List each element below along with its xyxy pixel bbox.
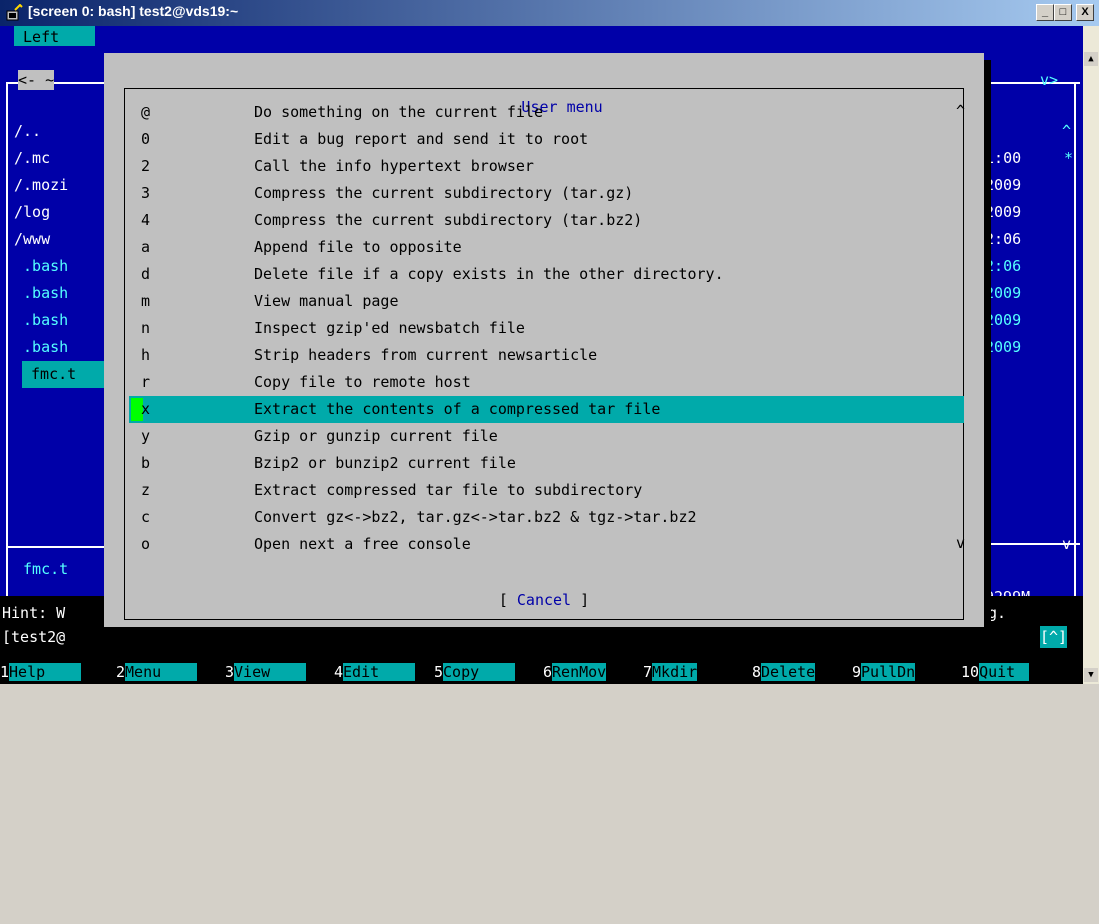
menu-item[interactable]: a Append file to opposite <box>129 234 964 261</box>
menu-item-selected[interactable]: x Extract the contents of a compressed ta… <box>129 396 964 423</box>
hint-line: Hint: W <box>2 604 66 622</box>
right-panel-star: * <box>1064 149 1074 167</box>
panel-entry[interactable]: .bash <box>14 307 68 334</box>
user-menu-dialog[interactable]: User menu ^ v @ Do something on the curre… <box>104 53 984 627</box>
menu-item[interactable]: n Inspect gzip'ed newsbatch file <box>129 315 964 342</box>
menu-item[interactable]: y Gzip or gunzip current file <box>129 423 964 450</box>
panel-entry-selected[interactable]: fmc.t <box>22 361 112 388</box>
shell-prompt[interactable]: [test2@ <box>2 624 65 651</box>
minimize-button[interactable]: _ <box>1036 4 1054 21</box>
scroll-down-icon[interactable]: ▼ <box>1084 668 1098 682</box>
panel-entry[interactable]: /.mc <box>14 145 50 172</box>
f8-delete-key[interactable]: 8Delete <box>752 660 816 684</box>
f4-edit-key[interactable]: 4Edit <box>334 660 416 684</box>
right-panel-up: ^ <box>1062 122 1072 140</box>
right-panel-nav[interactable]: v> <box>1040 70 1058 90</box>
left-panel-nav[interactable]: <- ~ <box>18 70 55 90</box>
panel-entry[interactable]: /www <box>14 226 50 253</box>
menu-item[interactable]: 2 Call the info hypertext browser <box>129 153 964 180</box>
close-button[interactable]: X <box>1076 4 1094 21</box>
menu-item[interactable]: o Open next a free console <box>129 531 964 558</box>
terminal-top <box>0 26 1083 46</box>
panel-entry[interactable]: /log <box>14 199 50 226</box>
f6-renmov-key[interactable]: 6RenMov <box>543 660 607 684</box>
menu-item[interactable]: m View manual page <box>129 288 964 315</box>
f9-pulldn-key[interactable]: 9PullDn <box>852 660 916 684</box>
menu-item[interactable]: c Convert gz<->bz2, tar.gz<->tar.bz2 & tg… <box>129 504 964 531</box>
panel-entry[interactable]: .bash <box>14 253 68 280</box>
scroll-up-icon[interactable]: ▲ <box>1084 52 1098 66</box>
f2-menu-key[interactable]: 2Menu <box>116 660 198 684</box>
maximize-button[interactable]: □ <box>1054 4 1072 21</box>
menu-item[interactable]: @ Do something on the current file <box>129 99 964 126</box>
menu-item[interactable]: z Extract compressed tar file to subdirec… <box>129 477 964 504</box>
f3-view-key[interactable]: 3View <box>225 660 307 684</box>
cancel-button[interactable]: [ Cancel ] <box>104 587 984 614</box>
putty-icon <box>6 4 23 21</box>
panel-entry[interactable]: .bash <box>14 334 68 361</box>
mini-status: fmc.t <box>14 560 69 578</box>
right-panel-border <box>1074 82 1076 602</box>
menu-item[interactable]: 0 Edit a bug report and send it to root <box>129 126 964 153</box>
terminal-scrollbar[interactable]: ▲ ▼ <box>1083 26 1099 684</box>
panel-entry[interactable]: .bash <box>14 280 68 307</box>
f7-mkdir-key[interactable]: 7Mkdir <box>643 660 698 684</box>
right-panel-top-border <box>990 82 1080 84</box>
panel-entry[interactable]: /.. <box>14 118 41 145</box>
menu-item[interactable]: r Copy file to remote host <box>129 369 964 396</box>
f1-help-key[interactable]: 1Help <box>0 660 82 684</box>
left-panel-border <box>6 82 8 652</box>
window-title: [screen 0: bash] test2@vds19:~ <box>28 3 239 19</box>
function-key-bar: 1Help 2Menu 3View 4Edit 5Copy 6RenMov 7M… <box>0 660 1083 684</box>
f10-quit-key[interactable]: 10Quit <box>961 660 1030 684</box>
menu-item[interactable]: 3 Compress the current subdirectory (tar.… <box>129 180 964 207</box>
left-menu-tab[interactable]: Left <box>14 26 95 48</box>
menu-item[interactable]: d Delete file if a copy exists in the oth… <box>129 261 964 288</box>
panel-entry[interactable]: /.mozi <box>14 172 68 199</box>
f5-copy-key[interactable]: 5Copy <box>434 660 516 684</box>
menu-item[interactable]: b Bzip2 or bunzip2 current file <box>129 450 964 477</box>
menu-item[interactable]: h Strip headers from current newsarticle <box>129 342 964 369</box>
window-titlebar[interactable]: [screen 0: bash] test2@vds19:~ _ □ X <box>0 0 1099 26</box>
menu-item[interactable]: 4 Compress the current subdirectory (tar.… <box>129 207 964 234</box>
right-panel-down: v <box>1062 535 1072 553</box>
history-brackets[interactable]: [^] <box>1040 626 1068 648</box>
